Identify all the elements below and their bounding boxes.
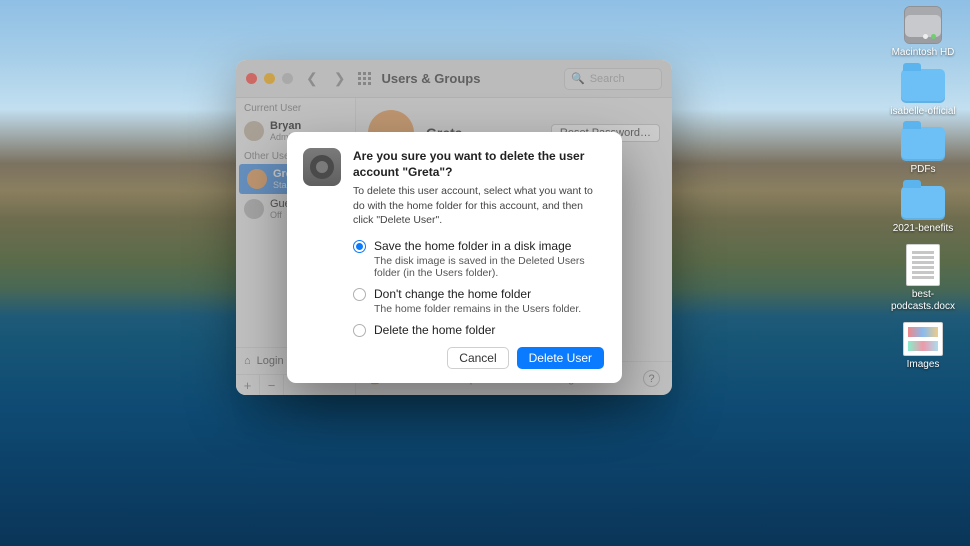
back-button[interactable]: ❮ [303, 70, 321, 87]
window-title: Users & Groups [381, 71, 480, 86]
add-user-button[interactable]: + [236, 375, 260, 395]
folder-icon [901, 186, 945, 220]
house-icon: ⌂ [244, 355, 251, 367]
avatar-icon [244, 121, 264, 141]
show-all-icon[interactable] [358, 72, 371, 85]
option-save-disk-image[interactable]: Save the home folder in a disk image The… [353, 239, 604, 279]
avatar-icon [244, 199, 264, 219]
desktop-icons: Macintosh HD isabelle-official PDFs 2021… [886, 6, 960, 381]
help-button[interactable]: ? [643, 370, 660, 387]
image-file-icon [903, 322, 943, 356]
desktop-file-images[interactable]: Images [886, 322, 960, 371]
sidebar-section-current: Current User [236, 98, 355, 116]
desktop-folder-pdfs[interactable]: PDFs [886, 127, 960, 176]
cancel-button[interactable]: Cancel [447, 347, 508, 369]
radio-icon [353, 324, 366, 337]
desktop-file-podcasts[interactable]: best-podcasts.docx [886, 244, 960, 312]
desktop-folder-isabelle[interactable]: isabelle-official [886, 69, 960, 118]
hard-drive-icon [904, 6, 942, 44]
desktop-folder-2021-benefits[interactable]: 2021-benefits [886, 186, 960, 235]
radio-icon [353, 240, 366, 253]
system-preferences-icon [303, 148, 341, 186]
avatar-icon [247, 169, 267, 189]
dialog-subtitle: To delete this user account, select what… [353, 184, 604, 227]
document-icon [906, 244, 940, 286]
minimize-window-button[interactable] [264, 73, 275, 84]
search-field[interactable]: 🔍 Search [564, 68, 662, 90]
radio-icon [353, 288, 366, 301]
delete-user-button[interactable]: Delete User [517, 347, 604, 369]
window-controls [246, 73, 293, 84]
remove-user-button[interactable]: − [260, 375, 284, 395]
option-dont-change[interactable]: Don't change the home folder The home fo… [353, 287, 604, 315]
titlebar: ❮ ❯ Users & Groups 🔍 Search [236, 60, 672, 98]
desktop-icon-macintosh-hd[interactable]: Macintosh HD [886, 6, 960, 59]
gear-icon [310, 155, 334, 179]
desktop: Macintosh HD isabelle-official PDFs 2021… [0, 0, 970, 546]
forward-button[interactable]: ❯ [331, 70, 349, 87]
folder-icon [901, 69, 945, 103]
search-icon: 🔍 [571, 72, 585, 85]
zoom-window-button[interactable] [282, 73, 293, 84]
option-delete-folder[interactable]: Delete the home folder [353, 323, 604, 337]
dialog-title: Are you sure you want to delete the user… [353, 148, 604, 180]
delete-user-dialog: Are you sure you want to delete the user… [287, 132, 622, 383]
close-window-button[interactable] [246, 73, 257, 84]
folder-icon [901, 127, 945, 161]
